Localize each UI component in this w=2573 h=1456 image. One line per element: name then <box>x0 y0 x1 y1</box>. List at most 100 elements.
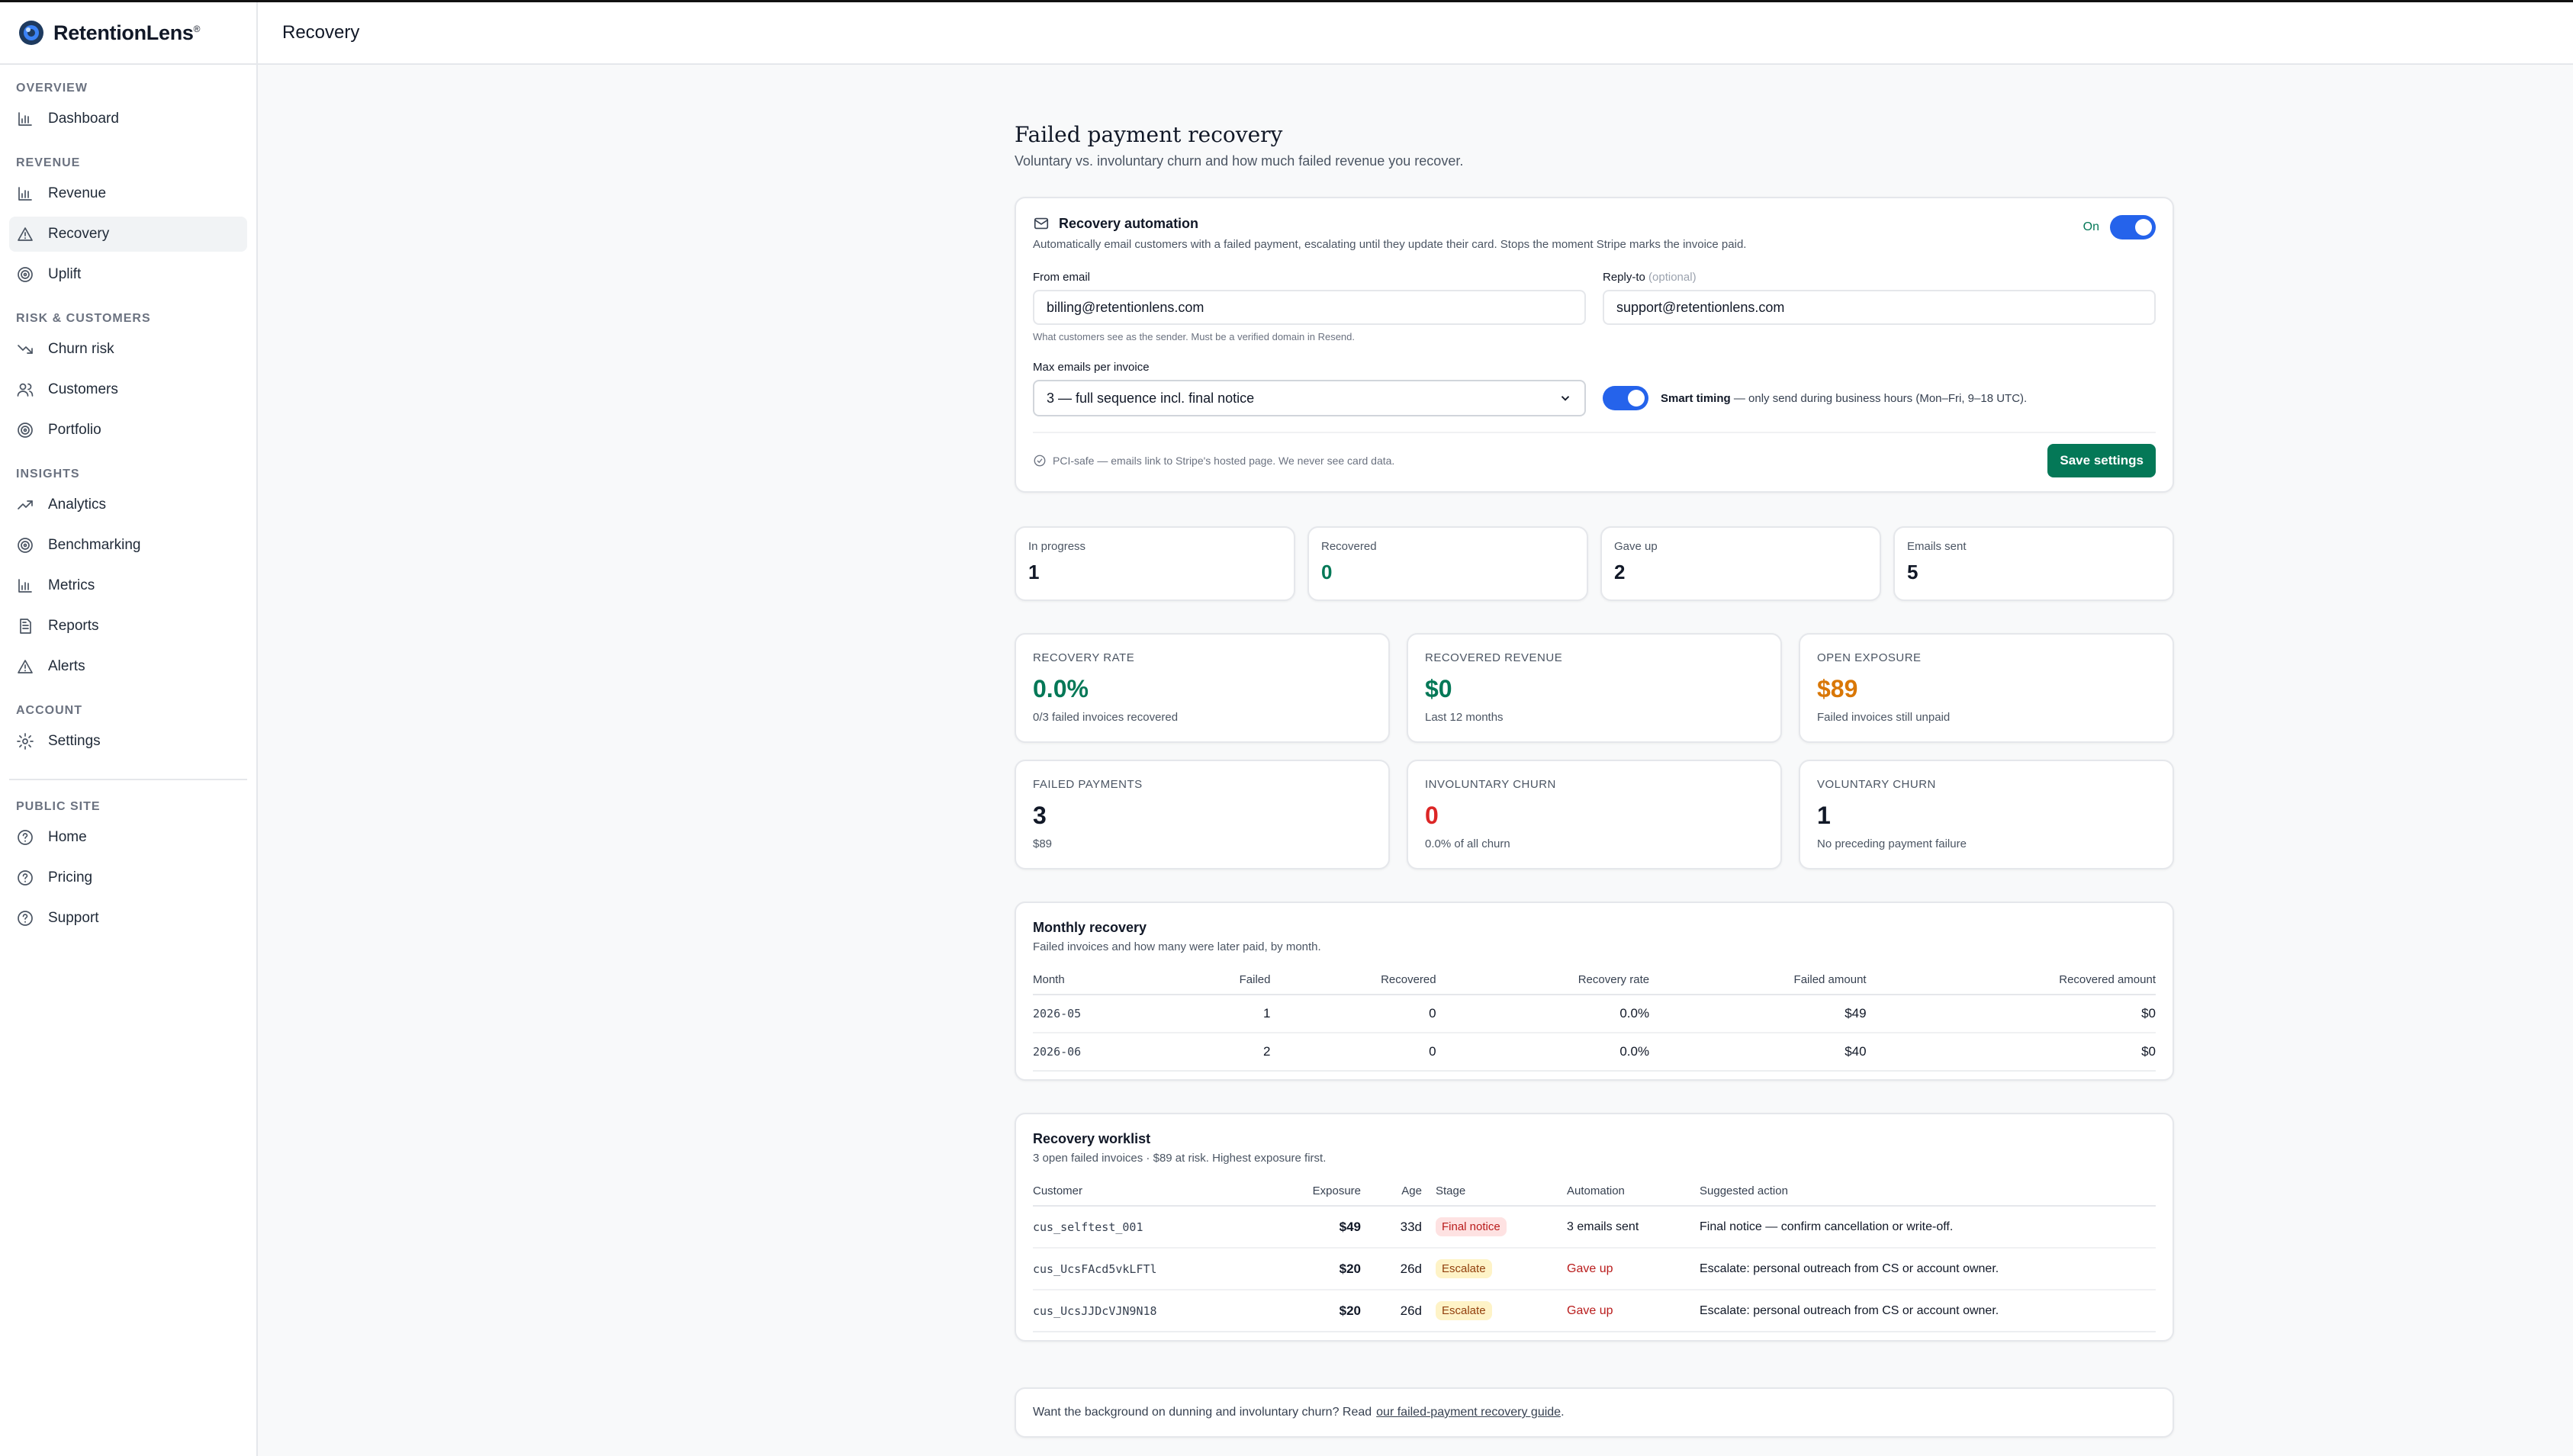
column-header: Failed <box>1177 973 1271 995</box>
gear-icon <box>17 733 34 750</box>
stage-badge: Final notice <box>1436 1217 1507 1236</box>
nav-section-heading: Insights <box>16 468 80 481</box>
automation-toggle-label: On <box>2083 220 2099 233</box>
brand[interactable]: RetentionLens® <box>0 2 256 65</box>
customer-id[interactable]: cus_selftest_001 <box>1033 1206 1277 1249</box>
smart-timing-text: Smart timing — only send during business… <box>1661 391 2028 405</box>
kpi-value: 3 <box>1033 802 1047 829</box>
from-email-hint: What customers see as the sender. Must b… <box>1033 331 1355 342</box>
header-title: Recovery <box>282 22 360 43</box>
guide-note: Want the background on dunning and invol… <box>1015 1387 2174 1438</box>
max-emails-select[interactable]: 3 — full sequence incl. final notice <box>1033 380 1586 416</box>
warning-triangle-icon <box>18 227 33 241</box>
stage-cell: Escalate <box>1422 1290 1567 1332</box>
sidebar-item-label: Alerts <box>48 658 85 674</box>
table-cell: 0 <box>1270 1033 1436 1072</box>
kpi-value: 0 <box>1425 802 1439 829</box>
sidebar-item-benchmarking[interactable]: Benchmarking <box>9 528 247 563</box>
table-cell: 0.0% <box>1436 995 1650 1033</box>
stat-label: Emails sent <box>1907 540 1967 553</box>
exposure: $20 <box>1277 1248 1361 1290</box>
page-title: Failed payment recovery <box>1015 122 1283 147</box>
sidebar-item-settings[interactable]: Settings <box>9 724 247 759</box>
max-emails-label: Max emails per invoice <box>1033 361 1150 374</box>
trending-up-icon <box>18 500 33 509</box>
bar-chart-icon <box>18 187 32 201</box>
sidebar-item-revenue[interactable]: Revenue <box>9 176 247 211</box>
exposure: $20 <box>1277 1290 1361 1332</box>
sidebar: RetentionLens® Overview Dashboard Revenue R… <box>0 2 258 1456</box>
retentionlens-logo-icon <box>19 21 43 45</box>
exposure: $49 <box>1277 1206 1361 1249</box>
sidebar-item-metrics[interactable]: Metrics <box>9 568 247 603</box>
sidebar-item-dashboard[interactable]: Dashboard <box>9 101 247 137</box>
stat-card-in-progress: In progress 1 <box>1015 526 1295 601</box>
sidebar-item-home[interactable]: Home <box>9 820 247 855</box>
column-header: Recovered amount <box>1866 973 2156 995</box>
customer-id[interactable]: cus_UcsFAcd5vkLFTl <box>1033 1248 1277 1290</box>
worklist-table: Customer Exposure Age Stage Automation Sugges… <box>1033 1184 2156 1332</box>
pci-note: PCI-safe — emails link to Stripe's hoste… <box>1033 454 1394 468</box>
nav-section-heading: Overview <box>16 82 88 95</box>
trending-down-icon <box>18 345 33 354</box>
stage-cell: Escalate <box>1422 1248 1567 1290</box>
automation-status: Gave up <box>1567 1248 1700 1290</box>
table-row[interactable]: cus_UcsFAcd5vkLFTl $20 26d Escalate Gave up E… <box>1033 1248 2156 1290</box>
stat-value: 0 <box>1321 561 1333 583</box>
kpi-card-involuntary-churn: Involuntary churn 0 0.0% of all churn <box>1407 760 1782 869</box>
table-cell: $0 <box>1866 995 2156 1033</box>
nav-section: Insights Analytics Benchmarking Metrics Repo… <box>9 468 247 684</box>
sidebar-item-support[interactable]: Support <box>9 901 247 936</box>
column-header: Recovered <box>1270 973 1436 995</box>
kpi-label: Failed payments <box>1033 778 1143 791</box>
column-header: Automation <box>1567 1184 1700 1207</box>
sidebar-item-label: Portfolio <box>48 422 101 438</box>
recovery-guide-link[interactable]: our failed-payment recovery guide <box>1376 1406 1561 1419</box>
target-icon <box>18 423 33 438</box>
sidebar-item-customers[interactable]: Customers <box>9 372 247 407</box>
sidebar-item-uplift[interactable]: Uplift <box>9 257 247 292</box>
sidebar-item-alerts[interactable]: Alerts <box>9 649 247 684</box>
help-circle-icon <box>18 870 33 885</box>
sidebar-item-label: Reports <box>48 618 99 634</box>
monthly-recovery-title: Monthly recovery <box>1033 920 1147 935</box>
users-icon <box>17 383 34 397</box>
age: 26d <box>1361 1290 1422 1332</box>
sidebar-item-label: Churn risk <box>48 341 114 357</box>
kpi-card-voluntary-churn: Voluntary churn 1 No preceding payment fai… <box>1799 760 2174 869</box>
stat-label: Recovered <box>1321 540 1377 553</box>
from-email-input[interactable] <box>1033 290 1586 325</box>
customer-id[interactable]: cus_UcsJJDcVJN9N18 <box>1033 1290 1277 1332</box>
save-settings-button[interactable]: Save settings <box>2047 444 2156 477</box>
sidebar-item-analytics[interactable]: Analytics <box>9 487 247 522</box>
guide-text: Want the background on dunning and invol… <box>1033 1406 1372 1419</box>
smart-timing-group: Smart timing — only send during business… <box>1603 380 2156 416</box>
sidebar-item-label: Metrics <box>48 577 95 593</box>
smart-timing-toggle[interactable] <box>1603 386 1648 410</box>
nav-section-heading: Risk & Customers <box>16 312 151 325</box>
kpi-label: Open exposure <box>1817 651 1922 664</box>
kpi-card-open-exposure: Open exposure $89 Failed invoices still un… <box>1799 633 2174 743</box>
stat-value: 1 <box>1028 561 1040 583</box>
sidebar-item-portfolio[interactable]: Portfolio <box>9 413 247 448</box>
document-icon <box>20 619 31 634</box>
automation-description: Automatically email customers with a fai… <box>1033 238 1747 251</box>
sidebar-item-reports[interactable]: Reports <box>9 609 247 644</box>
max-emails-value: 3 — full sequence incl. final notice <box>1047 390 1255 406</box>
sidebar-item-churn-risk[interactable]: Churn risk <box>9 332 247 367</box>
kpi-label: Recovered revenue <box>1425 651 1563 664</box>
suggested-action: Escalate: personal outreach from CS or a… <box>1700 1248 2156 1290</box>
from-email-group: From email What customers see as the sen… <box>1033 271 1586 342</box>
column-header: Suggested action <box>1700 1184 2156 1207</box>
worklist-subtitle: 3 open failed invoices · $89 at risk. Hi… <box>1033 1152 1327 1165</box>
sidebar-item-pricing[interactable]: Pricing <box>9 860 247 895</box>
kpi-label: Recovery rate <box>1033 651 1135 664</box>
stat-card-emails-sent: Emails sent 5 <box>1893 526 2174 601</box>
table-row[interactable]: cus_UcsJJDcVJN9N18 $20 26d Escalate Gave up E… <box>1033 1290 2156 1332</box>
sidebar-item-recovery[interactable]: Recovery <box>9 217 247 252</box>
column-header: Exposure <box>1277 1184 1361 1207</box>
kpi-card-recovery-rate: Recovery rate 0.0% 0/3 failed invoices rec… <box>1015 633 1390 743</box>
table-row[interactable]: cus_selftest_001 $49 33d Final notice 3 emai… <box>1033 1206 2156 1249</box>
automation-toggle[interactable] <box>2110 215 2156 239</box>
reply-to-input[interactable] <box>1603 290 2156 325</box>
